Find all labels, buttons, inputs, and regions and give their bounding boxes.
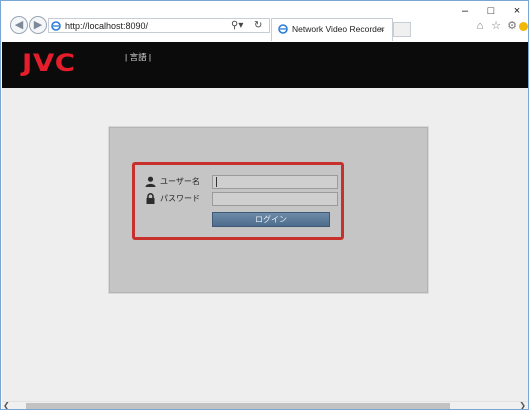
jvc-logo: JVC — [22, 49, 76, 77]
favorites-star-icon[interactable]: ☆ — [489, 20, 503, 32]
gear-icon[interactable]: ⚙ — [505, 20, 519, 32]
username-input[interactable] — [212, 175, 338, 189]
back-arrow-icon[interactable]: ◀ — [10, 16, 28, 34]
address-url: http://localhost:8090/ — [65, 21, 149, 31]
search-icon[interactable]: ⚲▾ — [231, 19, 243, 32]
password-label: パスワード — [160, 194, 200, 203]
username-label: ユーザー名 — [160, 177, 200, 186]
ie-icon — [51, 21, 61, 31]
feedback-smiley-icon[interactable] — [519, 22, 528, 31]
tab-close-icon[interactable]: × — [380, 24, 385, 35]
scroll-right-arrow-icon[interactable]: ❯ — [519, 401, 526, 409]
browser-tab[interactable]: Network Video Recorder × — [271, 18, 393, 41]
password-input[interactable] — [212, 192, 338, 206]
forward-arrow-icon[interactable]: ▶ — [29, 16, 47, 34]
ie-icon — [278, 24, 288, 34]
home-icon[interactable]: ⌂ — [473, 20, 487, 32]
login-form-highlight: ユーザー名 パスワード ログイン — [132, 162, 344, 240]
lock-icon — [146, 193, 155, 204]
login-button[interactable]: ログイン — [212, 212, 330, 227]
scroll-left-arrow-icon[interactable]: ❮ — [3, 401, 10, 409]
browser-toolbar: ◀ ▶ http://localhost:8090/ ⚲▾ ↻ Network … — [1, 1, 528, 41]
browser-window: ◀ ▶ http://localhost:8090/ ⚲▾ ↻ Network … — [0, 0, 529, 410]
user-icon — [145, 176, 156, 187]
app-body: ユーザー名 パスワード ログイン — [2, 88, 528, 401]
language-menu[interactable]: | 言語 | — [125, 51, 151, 63]
minimize-button[interactable]: – — [457, 5, 473, 17]
new-tab-button[interactable] — [393, 22, 411, 37]
login-panel: ユーザー名 パスワード ログイン — [108, 126, 429, 294]
close-window-button[interactable]: × — [509, 5, 525, 17]
horizontal-scrollbar[interactable]: ❮ ❯ — [2, 401, 528, 409]
scrollbar-thumb[interactable] — [26, 403, 450, 409]
refresh-icon[interactable]: ↻ — [254, 19, 262, 32]
maximize-button[interactable]: □ — [483, 5, 499, 17]
tab-title: Network Video Recorder — [292, 24, 385, 34]
app-header: JVC | 言語 | — [2, 42, 528, 88]
text-caret — [216, 177, 217, 187]
address-bar[interactable]: http://localhost:8090/ ⚲▾ ↻ — [48, 18, 270, 33]
